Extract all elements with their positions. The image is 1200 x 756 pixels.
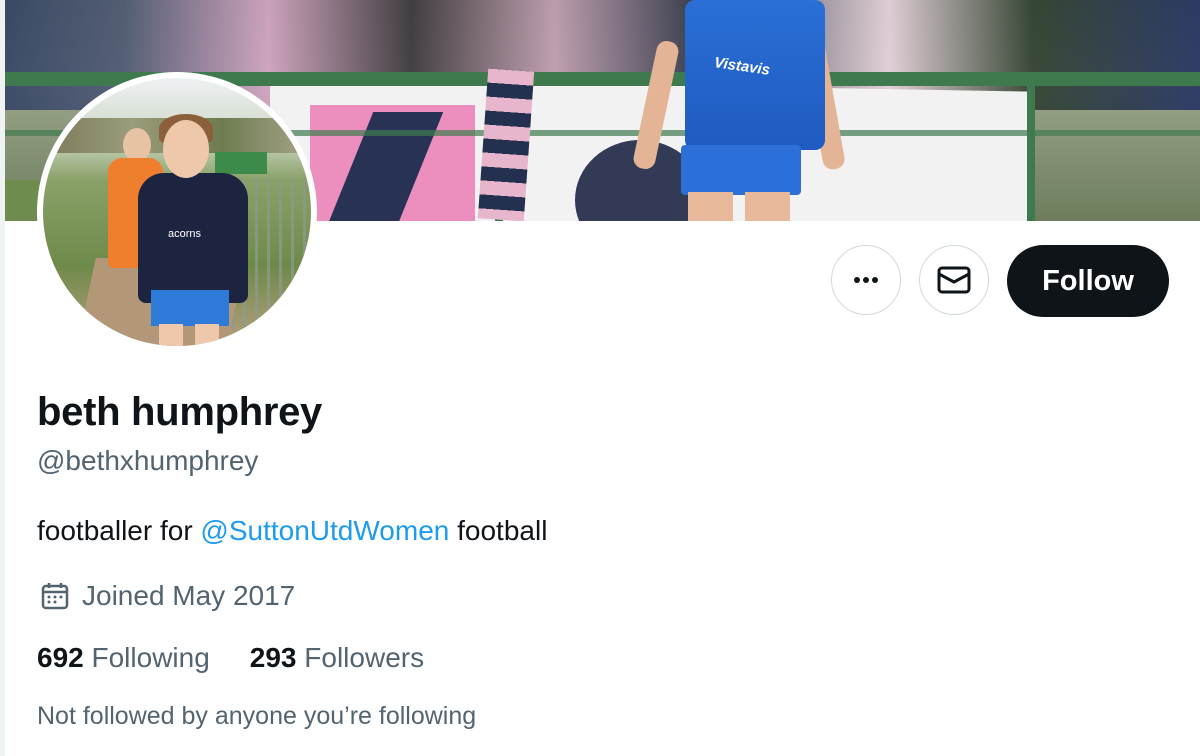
- banner-player-shorts: [681, 145, 801, 195]
- message-button[interactable]: [919, 245, 989, 315]
- followers-link[interactable]: 293 Followers: [250, 642, 424, 674]
- followers-label: Followers: [304, 642, 425, 673]
- profile-display-name: beth humphrey: [37, 390, 323, 434]
- avatar-sign: [215, 152, 267, 174]
- following-count: 692: [37, 642, 84, 673]
- profile-page: Vistavis acorns Follow beth humphrey @be…: [0, 0, 1200, 756]
- bio-mention-link[interactable]: @SuttonUtdWomen: [200, 515, 449, 546]
- following-link[interactable]: 692 Following: [37, 642, 210, 674]
- profile-bio: footballer for @SuttonUtdWomen football: [37, 515, 547, 547]
- profile-handle: @bethxhumphrey: [37, 445, 259, 476]
- avatar-shorts: [151, 290, 229, 326]
- bio-text-prefix: footballer for: [37, 515, 201, 546]
- avatar-leg: [159, 324, 183, 346]
- banner-player-leg: [745, 192, 790, 221]
- more-horizontal-icon: [854, 277, 878, 283]
- profile-avatar[interactable]: acorns: [37, 72, 317, 352]
- bio-text-suffix: football: [449, 515, 548, 546]
- calendar-icon: [41, 583, 69, 610]
- not-followed-by-text: Not followed by anyone you’re following: [37, 702, 477, 730]
- avatar-head: [163, 120, 209, 178]
- banner-fence-post: [1027, 72, 1035, 221]
- followers-count: 293: [249, 642, 297, 673]
- profile-joined-date: Joined May 2017: [40, 580, 295, 612]
- avatar-shirt-text: acorns: [168, 228, 202, 240]
- following-label: Following: [91, 642, 210, 673]
- follow-button[interactable]: Follow: [1007, 245, 1169, 317]
- banner-player-leg: [688, 192, 733, 221]
- joined-text: Joined May 2017: [82, 580, 296, 611]
- profile-stats: 692 Following 293 Followers: [37, 642, 424, 674]
- more-options-button[interactable]: [831, 245, 901, 315]
- avatar-background-person-head: [123, 128, 151, 162]
- avatar-photo: acorns: [43, 78, 311, 346]
- avatar-leg: [195, 324, 219, 346]
- envelope-icon: [937, 266, 971, 294]
